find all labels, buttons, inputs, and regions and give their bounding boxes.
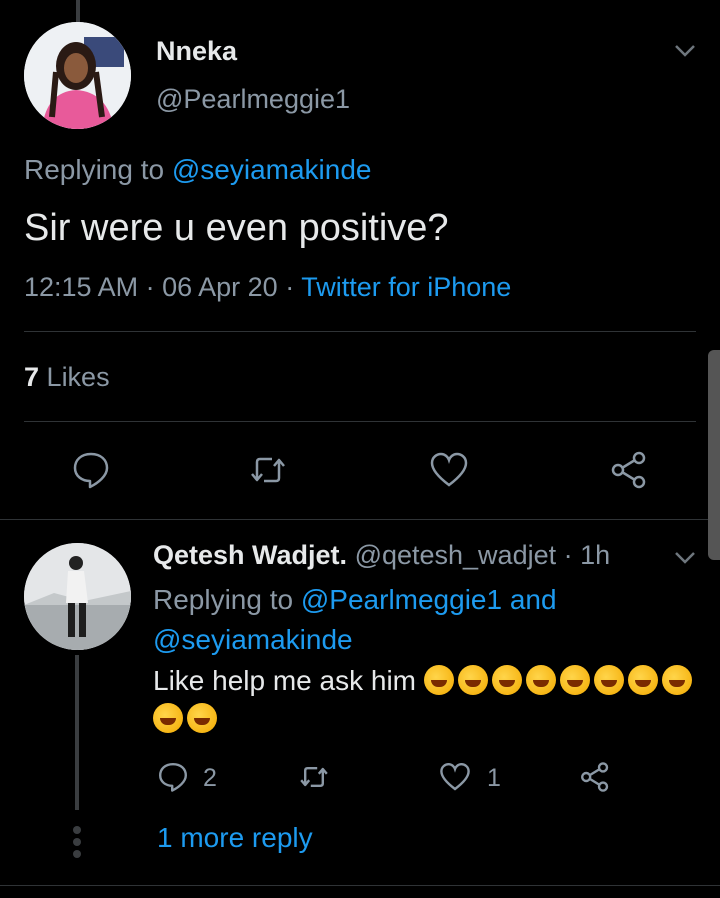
thread-connector-top — [76, 0, 80, 22]
tweet-date: 06 Apr 20 — [162, 272, 278, 302]
like-icon[interactable] — [429, 450, 469, 490]
rofl-emoji-icon — [593, 665, 624, 695]
rofl-emoji-icon — [661, 665, 692, 695]
reply-replying-to: Replying to @Pearlmeggie1 and @seyiamaki… — [153, 580, 623, 660]
tweet-meta: 12:15 AM · 06 Apr 20 · Twitter for iPhon… — [24, 272, 511, 303]
reply-comment-count: 2 — [203, 764, 217, 792]
avatar-photo — [24, 543, 131, 650]
divider — [24, 421, 696, 422]
rofl-emoji-icon — [187, 703, 217, 733]
mention-and[interactable]: and — [510, 584, 557, 615]
separator: · — [563, 540, 573, 570]
thread-dot — [73, 850, 81, 858]
tweet-time: 12:15 AM — [24, 272, 139, 302]
retweet-icon[interactable] — [248, 450, 288, 490]
reply-like-count: 1 — [487, 764, 501, 792]
section-divider — [0, 885, 720, 886]
rofl-emoji-icon — [627, 665, 658, 695]
rofl-emoji-icon — [153, 703, 183, 733]
reply-age: 1h — [580, 540, 611, 570]
reply-header: Qetesh Wadjet. @qetesh_wadjet · 1h — [153, 540, 610, 571]
rofl-emoji-icon — [525, 665, 556, 695]
more-replies-link[interactable]: 1 more reply — [157, 822, 313, 854]
reply-text: Like help me ask him — [153, 665, 417, 696]
replying-prefix: Replying to — [24, 154, 165, 185]
author-name[interactable]: Nneka — [156, 36, 237, 67]
tweet-source[interactable]: Twitter for iPhone — [301, 272, 511, 302]
separator: · — [145, 272, 155, 302]
rofl-emoji-icon — [559, 665, 590, 695]
thread-connector — [75, 655, 79, 810]
chevron-down-icon[interactable] — [674, 551, 696, 565]
share-icon[interactable] — [609, 450, 649, 490]
reply-text-block: Like help me ask him — [153, 662, 698, 738]
reply-author-name[interactable]: Qetesh Wadjet. — [153, 540, 347, 570]
likes-label: Likes — [46, 362, 110, 392]
comment-icon[interactable] — [71, 450, 111, 490]
likes-count: 7 — [24, 362, 40, 392]
share-icon[interactable] — [579, 761, 611, 793]
replying-prefix: Replying to — [153, 584, 294, 615]
reply-author-avatar[interactable] — [24, 543, 131, 650]
mention-link[interactable]: @seyiamakinde — [172, 154, 372, 185]
mention-link[interactable]: @seyiamakinde — [153, 624, 353, 655]
reply-author-handle[interactable]: @qetesh_wadjet — [355, 540, 557, 570]
divider — [24, 331, 696, 332]
replying-to: Replying to @seyiamakinde — [24, 154, 372, 186]
comment-icon[interactable] — [157, 761, 189, 793]
tweet-text: Sir were u even positive? — [24, 207, 449, 249]
mention-link[interactable]: @Pearlmeggie1 — [301, 584, 502, 615]
scrollbar[interactable] — [708, 350, 720, 560]
section-divider — [0, 519, 720, 520]
rofl-emoji-icon — [423, 665, 454, 695]
author-handle[interactable]: @Pearlmeggie1 — [156, 84, 350, 115]
rofl-emoji-icon — [457, 665, 488, 695]
rofl-emoji-icon — [491, 665, 522, 695]
author-avatar[interactable] — [24, 22, 131, 129]
likes-stat[interactable]: 7 Likes — [24, 362, 110, 393]
retweet-icon[interactable] — [298, 761, 330, 793]
thread-dot — [73, 826, 81, 834]
chevron-down-icon[interactable] — [674, 44, 696, 58]
separator: · — [285, 272, 295, 302]
thread-dot — [73, 838, 81, 846]
like-icon[interactable] — [439, 761, 471, 793]
avatar-photo — [24, 22, 131, 129]
